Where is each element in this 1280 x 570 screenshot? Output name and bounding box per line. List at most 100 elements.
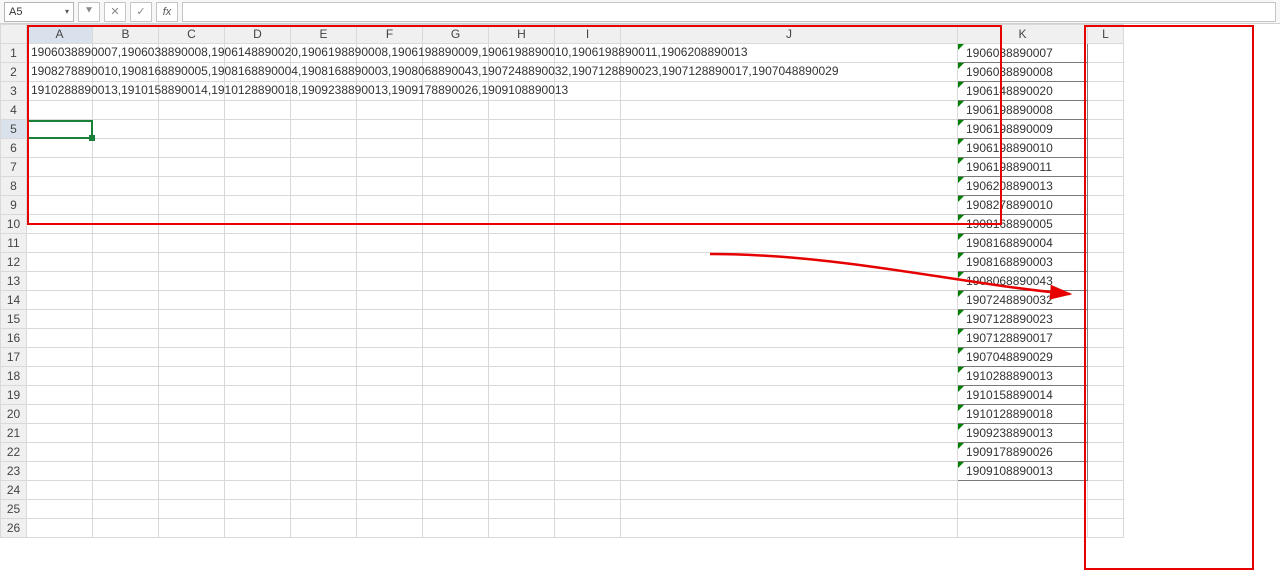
cell-L15[interactable] bbox=[1088, 310, 1124, 329]
cell-G5[interactable] bbox=[423, 120, 489, 139]
cell-B26[interactable] bbox=[93, 519, 159, 538]
cell-K7[interactable]: 1906198890011 bbox=[958, 158, 1088, 177]
cell-L12[interactable] bbox=[1088, 253, 1124, 272]
cell-J21[interactable] bbox=[621, 424, 958, 443]
cell-E9[interactable] bbox=[291, 196, 357, 215]
cell-L20[interactable] bbox=[1088, 405, 1124, 424]
column-header-C[interactable]: C bbox=[159, 25, 225, 44]
cell-A6[interactable] bbox=[27, 139, 93, 158]
column-header-F[interactable]: F bbox=[357, 25, 423, 44]
cell-J5[interactable] bbox=[621, 120, 958, 139]
cell-F23[interactable] bbox=[357, 462, 423, 481]
cell-G22[interactable] bbox=[423, 443, 489, 462]
column-header-L[interactable]: L bbox=[1088, 25, 1124, 44]
cell-H10[interactable] bbox=[489, 215, 555, 234]
cell-D20[interactable] bbox=[225, 405, 291, 424]
cell-L25[interactable] bbox=[1088, 500, 1124, 519]
cell-L10[interactable] bbox=[1088, 215, 1124, 234]
cell-C21[interactable] bbox=[159, 424, 225, 443]
cell-I23[interactable] bbox=[555, 462, 621, 481]
cell-K17[interactable]: 1907048890029 bbox=[958, 348, 1088, 367]
cell-G15[interactable] bbox=[423, 310, 489, 329]
cell-E5[interactable] bbox=[291, 120, 357, 139]
cell-G24[interactable] bbox=[423, 481, 489, 500]
cell-A26[interactable] bbox=[27, 519, 93, 538]
cell-D24[interactable] bbox=[225, 481, 291, 500]
cell-C22[interactable] bbox=[159, 443, 225, 462]
cell-K6[interactable]: 1906198890010 bbox=[958, 139, 1088, 158]
cell-F7[interactable] bbox=[357, 158, 423, 177]
cell-D13[interactable] bbox=[225, 272, 291, 291]
column-header-A[interactable]: A bbox=[27, 25, 93, 44]
cell-C8[interactable] bbox=[159, 177, 225, 196]
cell-I14[interactable] bbox=[555, 291, 621, 310]
cell-D25[interactable] bbox=[225, 500, 291, 519]
cell-J7[interactable] bbox=[621, 158, 958, 177]
row-header-23[interactable]: 23 bbox=[1, 462, 27, 481]
cell-F12[interactable] bbox=[357, 253, 423, 272]
cell-K24[interactable] bbox=[958, 481, 1088, 500]
cell-B16[interactable] bbox=[93, 329, 159, 348]
cell-B23[interactable] bbox=[93, 462, 159, 481]
cell-J26[interactable] bbox=[621, 519, 958, 538]
cell-D18[interactable] bbox=[225, 367, 291, 386]
row-header-16[interactable]: 16 bbox=[1, 329, 27, 348]
cell-E8[interactable] bbox=[291, 177, 357, 196]
cell-K8[interactable]: 1906208890013 bbox=[958, 177, 1088, 196]
cell-J22[interactable] bbox=[621, 443, 958, 462]
cell-C19[interactable] bbox=[159, 386, 225, 405]
cell-E13[interactable] bbox=[291, 272, 357, 291]
cell-J17[interactable] bbox=[621, 348, 958, 367]
cell-D7[interactable] bbox=[225, 158, 291, 177]
cell-I18[interactable] bbox=[555, 367, 621, 386]
row-header-5[interactable]: 5 bbox=[1, 120, 27, 139]
cell-E14[interactable] bbox=[291, 291, 357, 310]
cell-L19[interactable] bbox=[1088, 386, 1124, 405]
cell-I24[interactable] bbox=[555, 481, 621, 500]
cell-K21[interactable]: 1909238890013 bbox=[958, 424, 1088, 443]
column-header-G[interactable]: G bbox=[423, 25, 489, 44]
cell-I13[interactable] bbox=[555, 272, 621, 291]
cell-H16[interactable] bbox=[489, 329, 555, 348]
row-header-14[interactable]: 14 bbox=[1, 291, 27, 310]
cell-K5[interactable]: 1906198890009 bbox=[958, 120, 1088, 139]
cell-L22[interactable] bbox=[1088, 443, 1124, 462]
insert-function-button[interactable]: fx bbox=[156, 2, 178, 22]
cell-D16[interactable] bbox=[225, 329, 291, 348]
cell-H17[interactable] bbox=[489, 348, 555, 367]
cell-C25[interactable] bbox=[159, 500, 225, 519]
cell-J4[interactable] bbox=[621, 101, 958, 120]
row-header-8[interactable]: 8 bbox=[1, 177, 27, 196]
cell-I12[interactable] bbox=[555, 253, 621, 272]
cell-H11[interactable] bbox=[489, 234, 555, 253]
cell-B21[interactable] bbox=[93, 424, 159, 443]
cell-F11[interactable] bbox=[357, 234, 423, 253]
cell-F4[interactable] bbox=[357, 101, 423, 120]
cell-C5[interactable] bbox=[159, 120, 225, 139]
cell-J11[interactable] bbox=[621, 234, 958, 253]
cell-F16[interactable] bbox=[357, 329, 423, 348]
row-header-3[interactable]: 3 bbox=[1, 82, 27, 101]
cell-G19[interactable] bbox=[423, 386, 489, 405]
cell-D19[interactable] bbox=[225, 386, 291, 405]
cell-A24[interactable] bbox=[27, 481, 93, 500]
cell-K3[interactable]: 1906148890020 bbox=[958, 82, 1088, 101]
cell-H8[interactable] bbox=[489, 177, 555, 196]
cell-K16[interactable]: 1907128890017 bbox=[958, 329, 1088, 348]
cell-D23[interactable] bbox=[225, 462, 291, 481]
cell-E25[interactable] bbox=[291, 500, 357, 519]
row-header-17[interactable]: 17 bbox=[1, 348, 27, 367]
cell-I11[interactable] bbox=[555, 234, 621, 253]
cell-F13[interactable] bbox=[357, 272, 423, 291]
cell-L3[interactable] bbox=[1088, 82, 1124, 101]
cell-H13[interactable] bbox=[489, 272, 555, 291]
cell-E20[interactable] bbox=[291, 405, 357, 424]
cell-F19[interactable] bbox=[357, 386, 423, 405]
cell-L14[interactable] bbox=[1088, 291, 1124, 310]
cell-L8[interactable] bbox=[1088, 177, 1124, 196]
cell-J9[interactable] bbox=[621, 196, 958, 215]
cell-E26[interactable] bbox=[291, 519, 357, 538]
cell-J13[interactable] bbox=[621, 272, 958, 291]
cell-H19[interactable] bbox=[489, 386, 555, 405]
row-header-22[interactable]: 22 bbox=[1, 443, 27, 462]
